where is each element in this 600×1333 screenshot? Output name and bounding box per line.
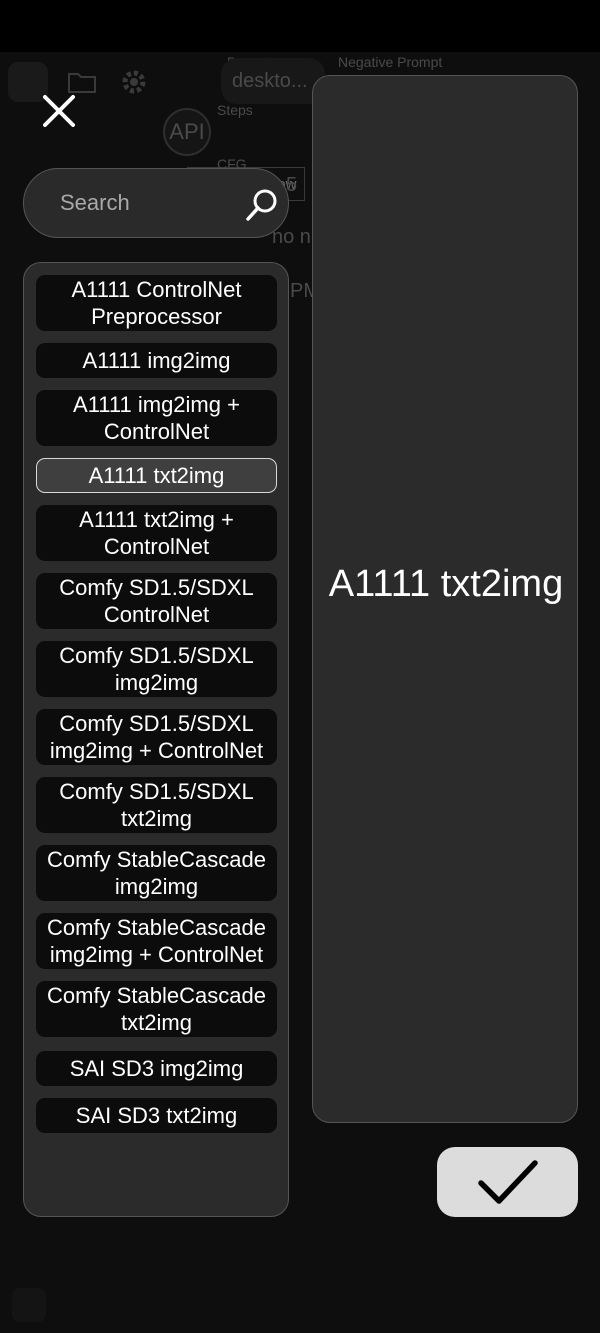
bg-sampler-value: no n [272,226,311,248]
list-item[interactable]: A1111 txt2img + ControlNet [36,505,277,561]
list-item[interactable]: Comfy SD1.5/SDXL ControlNet [36,573,277,629]
list-item[interactable]: A1111 img2img + ControlNet [36,390,277,446]
search-bar[interactable] [23,168,289,238]
list-item-selected[interactable]: A1111 txt2img [36,458,277,493]
bg-api-button: API [163,108,211,156]
search-input[interactable] [60,190,220,216]
bg-redo-icon [66,1288,100,1322]
close-icon [43,95,75,127]
bg-prompt-value: deskto... [232,70,308,92]
list-item[interactable]: SAI SD3 txt2img [36,1098,277,1133]
bg-clear-icon [170,1288,204,1322]
list-item[interactable]: Comfy SD1.5/SDXL img2img + ControlNet [36,709,277,765]
bg-delete-icon [116,1288,150,1322]
list-item[interactable]: A1111 img2img [36,343,277,378]
list-item[interactable]: Comfy StableCascade img2img + ControlNet [36,913,277,969]
bg-undo-icon [12,1288,46,1322]
search-icon[interactable] [244,187,280,223]
bg-gear-icon [114,62,154,102]
apiflow-list[interactable]: A1111 ControlNet Preprocessor A1111 img2… [23,262,289,1217]
list-item[interactable]: Comfy SD1.5/SDXL txt2img [36,777,277,833]
list-item[interactable]: SAI SD3 img2img [36,1051,277,1086]
preview-title: A1111 txt2img [328,563,564,605]
status-bar [0,0,600,52]
list-item[interactable]: Comfy StableCascade img2img [36,845,277,901]
checkmark-icon [477,1160,538,1204]
confirm-button[interactable] [437,1147,578,1217]
bg-steps-label: Steps [217,102,253,118]
list-item[interactable]: Comfy SD1.5/SDXL img2img [36,641,277,697]
close-button[interactable] [38,90,80,132]
preview-panel: A1111 txt2img [312,75,578,1123]
list-item[interactable]: A1111 ControlNet Preprocessor [36,275,277,331]
list-item[interactable]: Comfy StableCascade txt2img [36,981,277,1037]
bg-negative-prompt-label: Negative Prompt [338,54,443,70]
